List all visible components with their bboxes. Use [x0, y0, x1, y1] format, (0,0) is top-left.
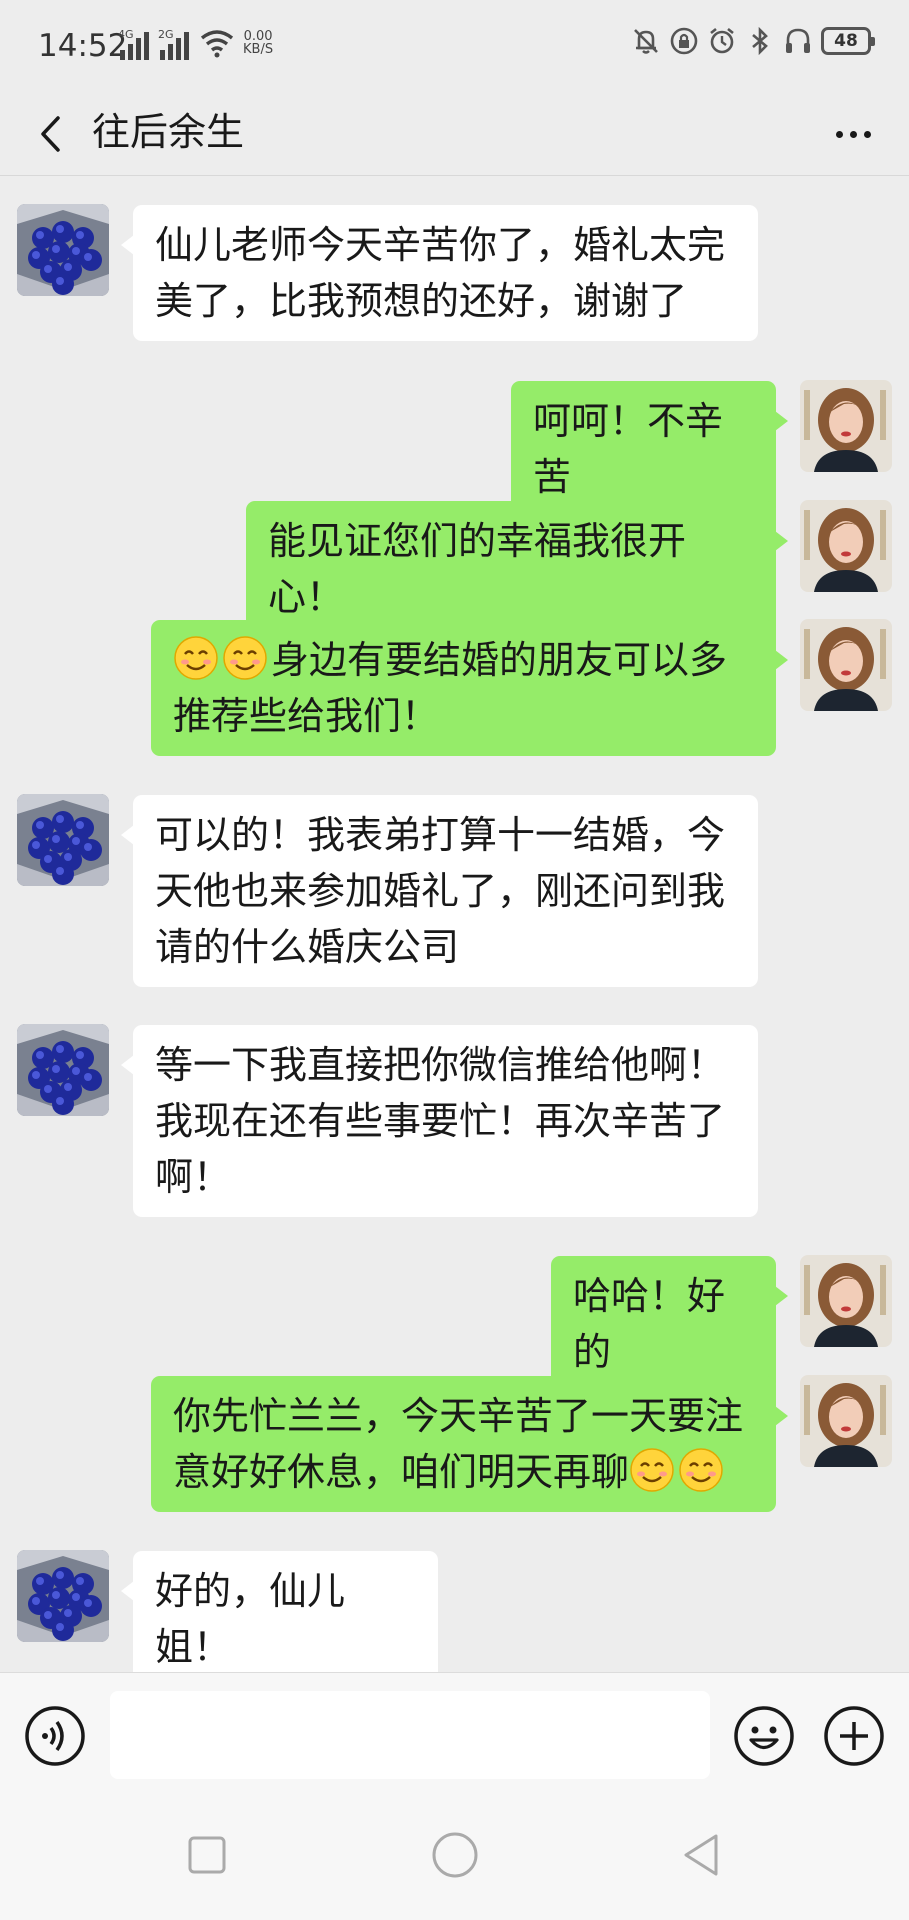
lock-rotation-icon: [670, 27, 698, 55]
smile-emoji-icon: [174, 636, 218, 680]
my-avatar[interactable]: [800, 1255, 892, 1347]
smile-emoji-icon: [630, 1448, 674, 1492]
sent-message-bubble[interactable]: 哈哈！好的: [551, 1256, 788, 1392]
network-speed-unit: KB/S: [243, 42, 274, 57]
message-input[interactable]: [110, 1691, 710, 1779]
emoji-face-icon[interactable]: [733, 1705, 795, 1767]
contact-avatar[interactable]: [17, 204, 109, 296]
my-avatar[interactable]: [800, 1375, 892, 1467]
mute-bell-icon: [634, 29, 658, 54]
sent-message-bubble[interactable]: 身边有要结婚的朋友可以多推荐些给我们！: [151, 620, 788, 756]
my-avatar[interactable]: [800, 380, 892, 472]
smile-emoji-icon: [223, 636, 267, 680]
recent-apps-icon[interactable]: [182, 1830, 232, 1880]
message-text: 仙儿老师今天辛苦你了，婚礼太完美了，比我预想的还好，谢谢了: [155, 223, 726, 323]
voice-icon[interactable]: [24, 1705, 86, 1767]
home-icon[interactable]: [430, 1830, 480, 1880]
chevron-left-icon[interactable]: [28, 106, 84, 162]
signal-4g-label: 4G: [118, 28, 134, 41]
plus-circle-icon[interactable]: [823, 1705, 885, 1767]
headset-icon: [786, 28, 810, 53]
status-time: 14:52: [38, 28, 128, 64]
message-text: 好的，仙儿姐！: [155, 1569, 346, 1669]
message-text: 哈哈！好的: [573, 1274, 726, 1374]
message-text: 可以的！我表弟打算十一结婚，今天他也来参加婚礼了，刚还问到我请的什么婚庆公司: [155, 813, 726, 969]
battery-level: 48: [834, 31, 858, 51]
back-triangle-icon[interactable]: [676, 1830, 726, 1880]
received-message-bubble[interactable]: 仙儿老师今天辛苦你了，婚礼太完美了，比我预想的还好，谢谢了: [121, 205, 758, 341]
system-nav-bar: [0, 1790, 909, 1920]
more-dots-icon[interactable]: [825, 106, 881, 162]
received-message-bubble[interactable]: 等一下我直接把你微信推给他啊！我现在还有些事要忙！再次辛苦了啊！: [121, 1025, 758, 1217]
message-text: 呵呵！不辛苦: [533, 399, 724, 499]
received-message-bubble[interactable]: 可以的！我表弟打算十一结婚，今天他也来参加婚礼了，刚还问到我请的什么婚庆公司: [121, 795, 758, 987]
alarm-icon: [710, 27, 734, 54]
contact-avatar[interactable]: [17, 1024, 109, 1116]
chat-header: 往后余生: [0, 92, 909, 176]
wifi-icon: [200, 30, 234, 58]
contact-avatar[interactable]: [17, 794, 109, 886]
status-bar: 14:52 4G 2G 0.00 KB/S 48: [0, 0, 909, 92]
message-text: 等一下我直接把你微信推给他啊！我现在还有些事要忙！再次辛苦了啊！: [155, 1043, 726, 1199]
signal-4g-icon: 4G: [118, 28, 149, 60]
input-bar: [0, 1672, 909, 1790]
sent-message-bubble[interactable]: 呵呵！不辛苦: [511, 381, 788, 517]
smile-emoji-icon: [679, 1448, 723, 1492]
message-text: 能见证您们的幸福我很开心！: [268, 519, 687, 619]
sent-message-bubble[interactable]: 能见证您们的幸福我很开心！: [246, 501, 788, 637]
page-title: 往后余生: [92, 110, 245, 154]
contact-avatar[interactable]: [17, 1550, 109, 1642]
battery-icon: 48: [821, 27, 875, 55]
my-avatar[interactable]: [800, 619, 892, 711]
received-message-bubble[interactable]: 好的，仙儿姐！: [121, 1551, 438, 1687]
signal-2g-icon: 2G: [158, 28, 189, 60]
bluetooth-icon: [752, 26, 768, 56]
sent-message-bubble[interactable]: 你先忙兰兰，今天辛苦了一天要注意好好休息，咱们明天再聊: [151, 1376, 788, 1512]
network-speed: 0.00 KB/S: [243, 30, 273, 56]
my-avatar[interactable]: [800, 500, 892, 592]
signal-2g-label: 2G: [158, 28, 174, 41]
